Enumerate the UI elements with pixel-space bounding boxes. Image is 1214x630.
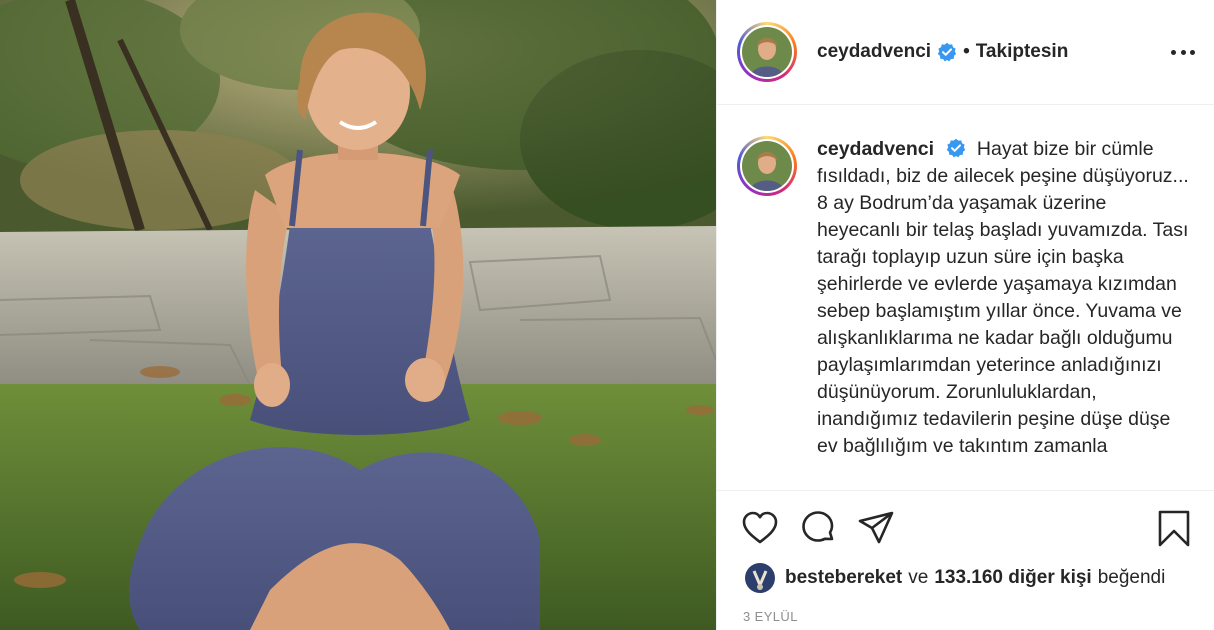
caption-body: Hayat bize bir cümle fısıldadı, biz de a… <box>817 138 1189 457</box>
verified-badge-icon <box>937 42 957 62</box>
caption-username[interactable]: ceydadvenci <box>817 138 934 160</box>
comment-icon[interactable] <box>799 509 837 547</box>
post-date[interactable]: 3 EYLÜL <box>743 609 798 624</box>
likes-count[interactable]: 133.160 diğer kişi <box>934 567 1091 589</box>
action-icons-row <box>741 509 1193 549</box>
more-options-icon[interactable] <box>1171 42 1195 62</box>
likes-suffix: beğendi <box>1097 567 1166 588</box>
bookmark-icon[interactable] <box>1155 509 1193 547</box>
post-image[interactable] <box>0 0 716 630</box>
avatar-photo <box>742 27 792 77</box>
caption-text: ceydadvenci Hayat bize bir cümle fısılda… <box>817 136 1195 490</box>
avatar-photo <box>742 141 792 191</box>
caption-section: ceydadvenci Hayat bize bir cümle fısılda… <box>717 106 1214 490</box>
liker-username[interactable]: bestebereket <box>785 567 902 589</box>
likes-summary: bestebereket ve 133.160 diğer kişi beğen… <box>745 563 1171 593</box>
heart-icon[interactable] <box>741 509 779 547</box>
following-button[interactable]: Takiptesin <box>976 41 1069 63</box>
caption-avatar[interactable] <box>737 136 797 196</box>
header-avatar[interactable] <box>737 22 797 82</box>
liker-avatar-photo <box>745 563 775 593</box>
post-side-panel: ceydadvenci • Takiptesin ceydadvenci Hay… <box>716 0 1214 630</box>
header-username[interactable]: ceydadvenci <box>817 41 931 63</box>
verified-badge-icon <box>946 138 965 158</box>
header-separator: • <box>963 41 970 62</box>
post-actions: bestebereket ve 133.160 diğer kişi beğen… <box>717 490 1214 630</box>
paper-plane-icon[interactable] <box>857 509 895 547</box>
liker-avatar[interactable] <box>745 563 775 593</box>
likes-conjunction: ve <box>908 567 929 588</box>
post-photo-illustration <box>0 0 716 630</box>
post-header: ceydadvenci • Takiptesin <box>717 0 1214 105</box>
